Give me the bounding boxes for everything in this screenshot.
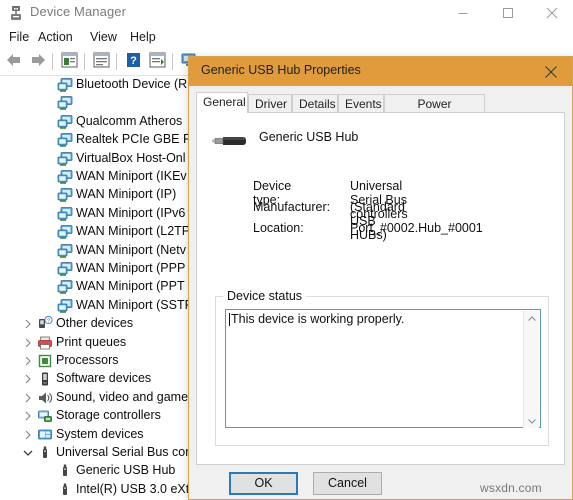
storage-controller-icon bbox=[37, 408, 53, 424]
chevron-right-icon[interactable] bbox=[20, 315, 36, 333]
tree-item-label: WAN Miniport (PPP bbox=[76, 261, 186, 275]
tree-item-label: Print queues bbox=[56, 334, 127, 349]
chevron-right-icon[interactable] bbox=[20, 334, 36, 352]
processor-icon bbox=[37, 353, 53, 369]
speaker-icon bbox=[37, 390, 53, 406]
scrollbar[interactable] bbox=[523, 311, 539, 428]
ok-button[interactable]: OK bbox=[229, 472, 298, 495]
network-adapter-icon bbox=[57, 151, 73, 167]
tree-item-label: WAN Miniport (SSTF bbox=[76, 297, 193, 312]
dialog-title: Generic USB Hub Properties bbox=[201, 63, 361, 77]
network-adapter-icon bbox=[57, 77, 73, 93]
software-device-icon bbox=[37, 371, 53, 387]
tree-item-label: Bluetooth Device (RI bbox=[76, 77, 191, 91]
menu-item-help[interactable]: Help bbox=[130, 30, 156, 44]
chevron-down-icon[interactable] bbox=[20, 444, 36, 462]
tree-item-label: WAN Miniport (IKEv bbox=[76, 169, 187, 183]
svg-text:?: ? bbox=[47, 319, 50, 325]
other-devices-icon: ? bbox=[37, 316, 53, 332]
tree-item-label: Intel(R) USB 3.0 eXte bbox=[76, 481, 197, 496]
tree-item-label: Other devices bbox=[56, 316, 134, 331]
device-name: Generic USB Hub bbox=[259, 130, 359, 144]
window-titlebar: Device Manager bbox=[0, 0, 573, 26]
tree-item-label: Processors bbox=[56, 353, 119, 367]
tree-item-label: Realtek PCIe GBE Fa bbox=[76, 132, 198, 147]
close-icon[interactable] bbox=[531, 0, 573, 26]
svg-text:?: ? bbox=[130, 55, 137, 67]
chevron-right-icon[interactable] bbox=[20, 352, 36, 370]
manufacturer-label: Manufacturer: bbox=[253, 200, 331, 214]
location-value: Port_#0002.Hub_#0001 bbox=[350, 221, 483, 235]
tree-item-label: WAN Miniport (Netv bbox=[76, 242, 186, 257]
chevron-right-icon[interactable] bbox=[20, 389, 36, 407]
back-arrow-icon[interactable] bbox=[4, 51, 26, 73]
minimize-icon[interactable] bbox=[441, 0, 485, 26]
list-view-icon[interactable] bbox=[92, 51, 114, 73]
network-adapter-icon bbox=[57, 187, 73, 203]
tab-power-management[interactable]: Power Management bbox=[384, 94, 485, 125]
menu-item-action[interactable]: Action bbox=[38, 30, 73, 44]
network-adapter-icon bbox=[57, 261, 73, 277]
scan-hardware-icon[interactable] bbox=[148, 51, 170, 73]
menu-bar: File Action View Help bbox=[0, 26, 573, 49]
tree-item-label: WAN Miniport (PPT bbox=[76, 279, 185, 294]
network-adapter-icon bbox=[57, 169, 73, 185]
forward-arrow-icon[interactable] bbox=[28, 51, 50, 73]
tree-item-label: Sound, video and game bbox=[56, 389, 189, 404]
menu-item-file[interactable]: File bbox=[9, 30, 29, 44]
usb-icon bbox=[37, 445, 53, 461]
network-adapter-icon bbox=[57, 279, 73, 295]
menu-item-view[interactable]: View bbox=[90, 30, 117, 44]
tree-item-label: WAN Miniport (IP) bbox=[76, 187, 177, 202]
tab-details[interactable]: Details bbox=[292, 94, 338, 113]
help-icon[interactable]: ? bbox=[124, 51, 146, 73]
tab-events[interactable]: Events bbox=[338, 94, 384, 113]
maximize-icon[interactable] bbox=[486, 0, 530, 26]
device-status-legend: Device status bbox=[223, 289, 307, 303]
network-adapter-icon bbox=[57, 114, 73, 130]
properties-icon[interactable] bbox=[60, 51, 82, 73]
location-label: Location: bbox=[253, 221, 304, 235]
properties-dialog: Generic USB Hub Properties General Drive… bbox=[188, 56, 573, 500]
network-adapter-icon bbox=[57, 243, 73, 259]
tab-driver[interactable]: Driver bbox=[248, 94, 292, 113]
chevron-right-icon[interactable] bbox=[20, 370, 36, 388]
cancel-button[interactable]: Cancel bbox=[313, 472, 382, 495]
window-title: Device Manager bbox=[30, 4, 127, 19]
tree-item-label: Generic USB Hub bbox=[76, 463, 176, 478]
network-adapter-icon bbox=[57, 132, 73, 148]
tab-page-general: Generic USB Hub Device type: Universal S… bbox=[196, 112, 565, 465]
network-adapter-icon bbox=[57, 224, 73, 240]
close-icon[interactable] bbox=[530, 57, 572, 86]
tree-item-label: WAN Miniport (L2TP bbox=[76, 224, 191, 239]
tree-item-label: Qualcomm Atheros bbox=[76, 113, 183, 128]
tree-item-label: Storage controllers bbox=[56, 408, 161, 423]
system-device-icon bbox=[37, 427, 53, 443]
printer-icon bbox=[37, 335, 53, 351]
tree-item-label: Software devices bbox=[56, 371, 152, 386]
device-status-text: This device is working properly. bbox=[231, 312, 405, 326]
tree-item-label: VirtualBox Host-Onl bbox=[76, 150, 186, 165]
watermark: wsxdn.com bbox=[480, 481, 542, 495]
tree-item-label: WAN Miniport (IPv6 bbox=[76, 205, 186, 220]
device-manager-icon bbox=[8, 5, 24, 21]
chevron-right-icon[interactable] bbox=[20, 407, 36, 425]
text-caret bbox=[229, 313, 230, 326]
tree-item-label: System devices bbox=[56, 426, 144, 441]
network-adapter-icon bbox=[57, 206, 73, 222]
chevron-right-icon[interactable] bbox=[20, 426, 36, 444]
chevron-down-icon[interactable] bbox=[524, 413, 539, 428]
usb-icon bbox=[57, 482, 73, 498]
usb-plug-icon bbox=[211, 128, 251, 154]
network-adapter-icon bbox=[57, 95, 73, 111]
chevron-up-icon[interactable] bbox=[524, 311, 539, 326]
dialog-body: General Driver Details Events Power Mana… bbox=[189, 86, 572, 499]
usb-icon bbox=[57, 463, 73, 479]
network-adapter-icon bbox=[57, 298, 73, 314]
device-status-textbox[interactable]: This device is working properly. bbox=[225, 309, 541, 428]
dialog-titlebar: Generic USB Hub Properties bbox=[189, 57, 572, 86]
tree-item-label: Universal Serial Bus con bbox=[56, 445, 193, 459]
tab-general[interactable]: General bbox=[196, 92, 248, 113]
